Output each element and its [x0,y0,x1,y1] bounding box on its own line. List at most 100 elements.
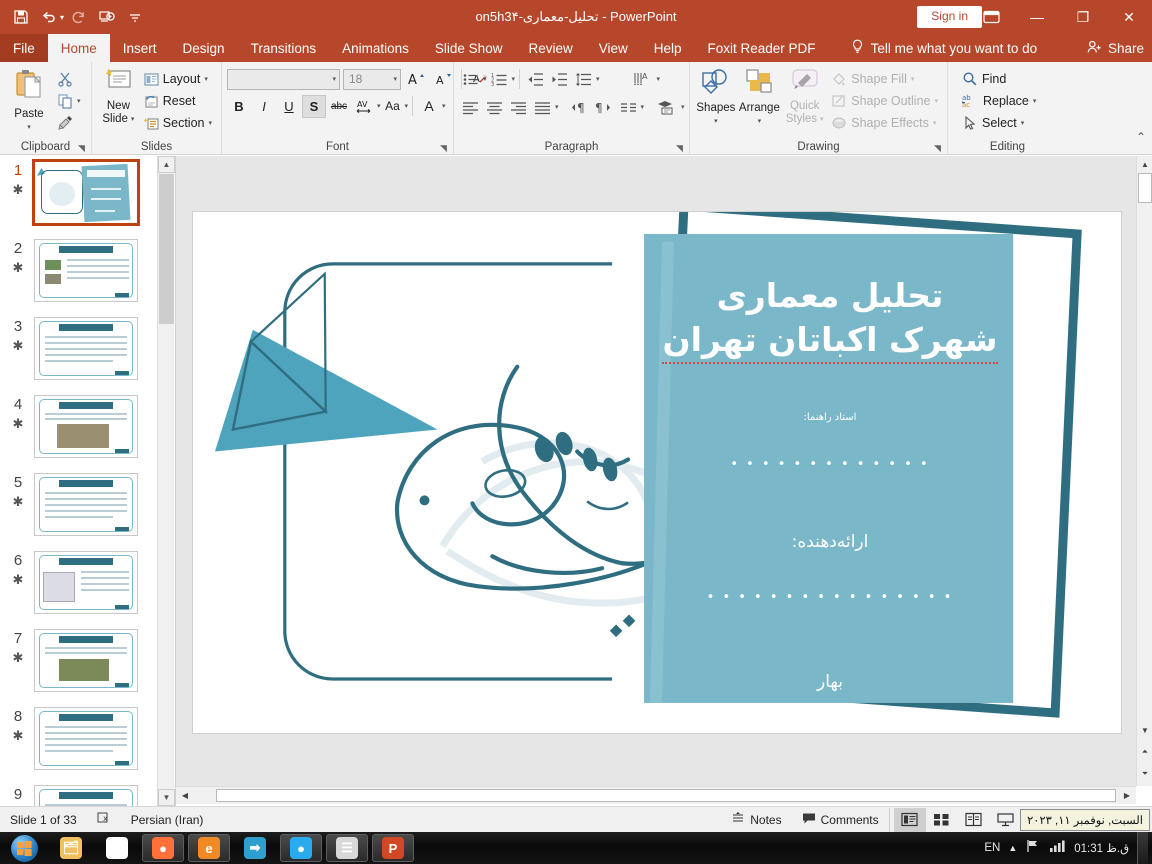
slide-thumbnail-image[interactable] [34,473,138,536]
slide-thumbnail-image[interactable] [34,707,138,770]
slide-thumbnail-image[interactable] [34,629,138,692]
advisor-label[interactable]: استاد راهنما: [645,412,1015,423]
select-dropdown-icon[interactable]: ▾ [1021,119,1025,127]
ribbon-tab-review[interactable]: Review [515,34,585,62]
shape-effects-dropdown-icon[interactable]: ▾ [933,119,937,127]
font-name-dropdown-icon[interactable]: ▾ [332,75,336,83]
animation-star-icon[interactable]: ✱ [8,182,28,198]
select-button[interactable]: Select ▾ [958,112,1040,134]
font-color-dropdown-icon[interactable]: ▾ [442,102,446,110]
language-indicator[interactable]: Persian (Iran) [121,807,214,833]
presenter-dots[interactable]: • • • • • • • • • • • • • • • • [645,590,1015,605]
slide-canvas-area[interactable]: تحلیل معماری شهرک اکباتان تهران استاد را… [176,156,1136,786]
slide-thumbnail-item[interactable]: 7 ✱ [0,624,175,702]
text-direction-button[interactable]: A [630,68,656,91]
align-center-button[interactable] [483,96,506,119]
shapes-button[interactable]: Shapes ▾ [695,66,737,128]
normal-view-button[interactable] [893,807,926,832]
start-presentation-icon[interactable] [94,4,120,30]
change-case-dropdown-icon[interactable]: ▾ [405,102,409,110]
right-to-left-button[interactable]: ¶ [593,96,616,119]
ribbon-tab-animations[interactable]: Animations [329,34,422,62]
slide-thumbnail-item[interactable]: 6 ✱ [0,546,175,624]
paragraph-dialog-launcher[interactable]: ◥ [674,143,685,154]
horizontal-scroll-thumb[interactable] [216,789,1116,802]
input-language-indicator[interactable]: EN [984,842,1000,854]
new-slide-button[interactable]: New Slide ▾ [97,66,140,126]
slideshow-button[interactable] [990,808,1022,832]
section-button[interactable]: Section ▾ [140,112,216,134]
google-chrome-icon[interactable]: ● [96,834,138,862]
animation-star-icon[interactable]: ✱ [8,494,28,510]
slide-thumbnail-image[interactable] [34,785,138,806]
slide-thumbnail-item[interactable]: 3 ✱ [0,312,175,390]
bold-button[interactable]: B [227,95,251,118]
ribbon-tab-design[interactable]: Design [170,34,238,62]
notes-button[interactable]: Notes [721,807,791,833]
slide-thumbnail-item[interactable]: 9 [0,780,175,806]
comments-button[interactable]: Comments [792,807,889,833]
change-case-button[interactable]: Aa [382,95,404,118]
convert-to-smartart-button[interactable] [654,96,680,119]
scroll-left-button[interactable]: ◀ [176,787,194,804]
slide-thumbnail-item[interactable]: 2 ✱ [0,234,175,312]
replace-button[interactable]: ab ac Replace ▾ [958,90,1040,112]
new-slide-dropdown-icon[interactable]: ▾ [131,113,135,126]
season-label[interactable]: بهار [645,672,1015,692]
shape-fill-button[interactable]: Shape Fill ▾ [827,68,942,90]
italic-button[interactable]: I [252,95,276,118]
scroll-down-button[interactable]: ▼ [1137,722,1152,738]
ribbon-tab-foxit-reader-pdf[interactable]: Foxit Reader PDF [695,34,829,62]
font-dialog-launcher[interactable]: ◥ [438,143,449,154]
show-desktop-button[interactable] [1137,832,1148,864]
reset-button[interactable]: Reset [140,90,216,112]
font-size-dropdown-icon[interactable]: ▾ [393,75,397,83]
justify-button[interactable] [531,96,554,119]
font-size-combo[interactable]: 18 ▾ [343,68,401,90]
slide-thumbnail-image[interactable] [34,317,138,380]
align-right-button[interactable] [507,96,530,119]
slide-sorter-view-button[interactable] [926,808,958,832]
bullets-dropdown-icon[interactable]: ▾ [483,75,487,83]
clipboard-dialog-launcher[interactable]: ◥ [76,143,87,154]
undo-dropdown-icon[interactable]: ▾ [60,13,64,22]
find-button[interactable]: Find [958,68,1040,90]
cut-button[interactable] [53,68,85,90]
undo-icon[interactable] [36,4,62,30]
ribbon-tab-home[interactable]: Home [47,34,110,62]
line-spacing-dropdown-icon[interactable]: ▾ [596,75,600,83]
tell-me-box[interactable]: Tell me what you want to do [851,34,1037,62]
left-to-right-button[interactable]: ¶ [569,96,592,119]
scroll-right-button[interactable]: ▶ [1118,787,1136,804]
ribbon-tab-view[interactable]: View [586,34,641,62]
next-slide-button[interactable]: ⏷ [1137,766,1152,782]
font-color-button[interactable]: A [417,95,441,118]
line-spacing-button[interactable] [572,68,595,91]
arrange-dropdown-icon[interactable]: ▾ [758,115,762,128]
shape-effects-button[interactable]: Shape Effects ▾ [827,112,942,134]
strikethrough-button[interactable]: abc [327,95,351,118]
ribbon-tab-help[interactable]: Help [641,34,695,62]
slide-thumbnail-item[interactable]: 4 ✱ [0,390,175,468]
replace-dropdown-icon[interactable]: ▾ [1033,97,1037,105]
collapse-ribbon-button[interactable]: ⌃ [1136,130,1146,144]
animation-star-icon[interactable]: ✱ [8,650,28,666]
increase-indent-button[interactable] [548,68,571,91]
columns-dropdown-icon[interactable]: ▾ [641,103,645,111]
slide-count-indicator[interactable]: Slide 1 of 33 [0,807,87,833]
save-icon[interactable] [8,4,34,30]
clock[interactable]: 01:31 ق.ظ [1074,841,1129,855]
scroll-up-button[interactable]: ▲ [1137,156,1152,172]
paste-button[interactable]: Paste ▾ [5,66,53,134]
browser-icon[interactable]: e [188,834,230,862]
telegram-icon[interactable]: ● [280,834,322,862]
character-spacing-button[interactable]: AV [352,95,376,118]
font-name-combo[interactable]: ▾ [227,68,340,90]
decrease-indent-button[interactable] [524,68,547,91]
paste-dropdown-icon[interactable]: ▾ [27,121,31,134]
thumbnail-scroll-up-button[interactable]: ▲ [158,156,175,173]
spell-check-indicator[interactable]: x [87,807,121,833]
smartart-dropdown-icon[interactable]: ▾ [681,103,685,111]
animation-star-icon[interactable]: ✱ [8,338,28,354]
slide-thumbnail-image[interactable] [34,551,138,614]
